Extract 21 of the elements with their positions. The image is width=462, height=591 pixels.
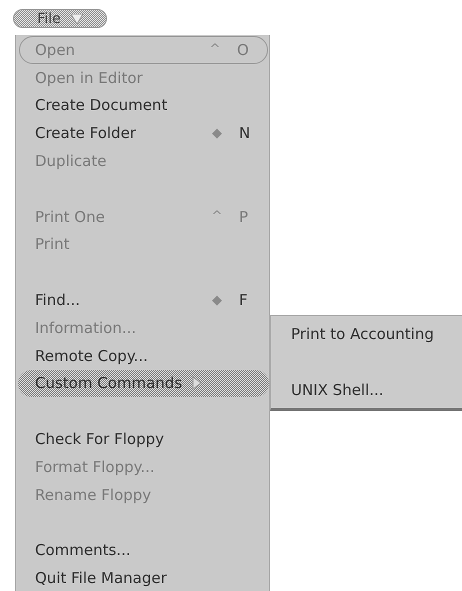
menu-item[interactable]: Quit File Manager [16,564,269,591]
shortcut-key: O [237,40,249,59]
menu-item[interactable]: Comments... [16,536,269,564]
shortcut-key: P [239,208,248,226]
menu-item[interactable]: Create Document [16,92,269,120]
modifier-symbol: ◆ [211,126,223,141]
file-menu-button[interactable]: File [13,9,107,28]
menu-item[interactable]: Remote Copy... [16,342,269,370]
modifier-symbol: ^ [211,209,223,224]
menu-item[interactable]: Create Folder ◆ N [16,119,269,148]
menu-item[interactable]: Find... ◆ F [16,286,269,314]
menu-item[interactable]: Custom Commands [18,370,269,398]
submenu-item[interactable]: Print to Accounting [271,320,462,348]
shortcut-key: N [239,124,250,142]
modifier-symbol: ◆ [211,292,223,308]
modifier-symbol: ^ [209,42,221,58]
shortcut-key: F [239,291,248,310]
submenu-item[interactable]: UNIX Shell... [271,376,462,404]
submenu-arrow-icon [192,376,202,390]
menu-item[interactable]: Check For Floppy [16,425,269,453]
dropdown-triangle-icon [70,14,83,24]
